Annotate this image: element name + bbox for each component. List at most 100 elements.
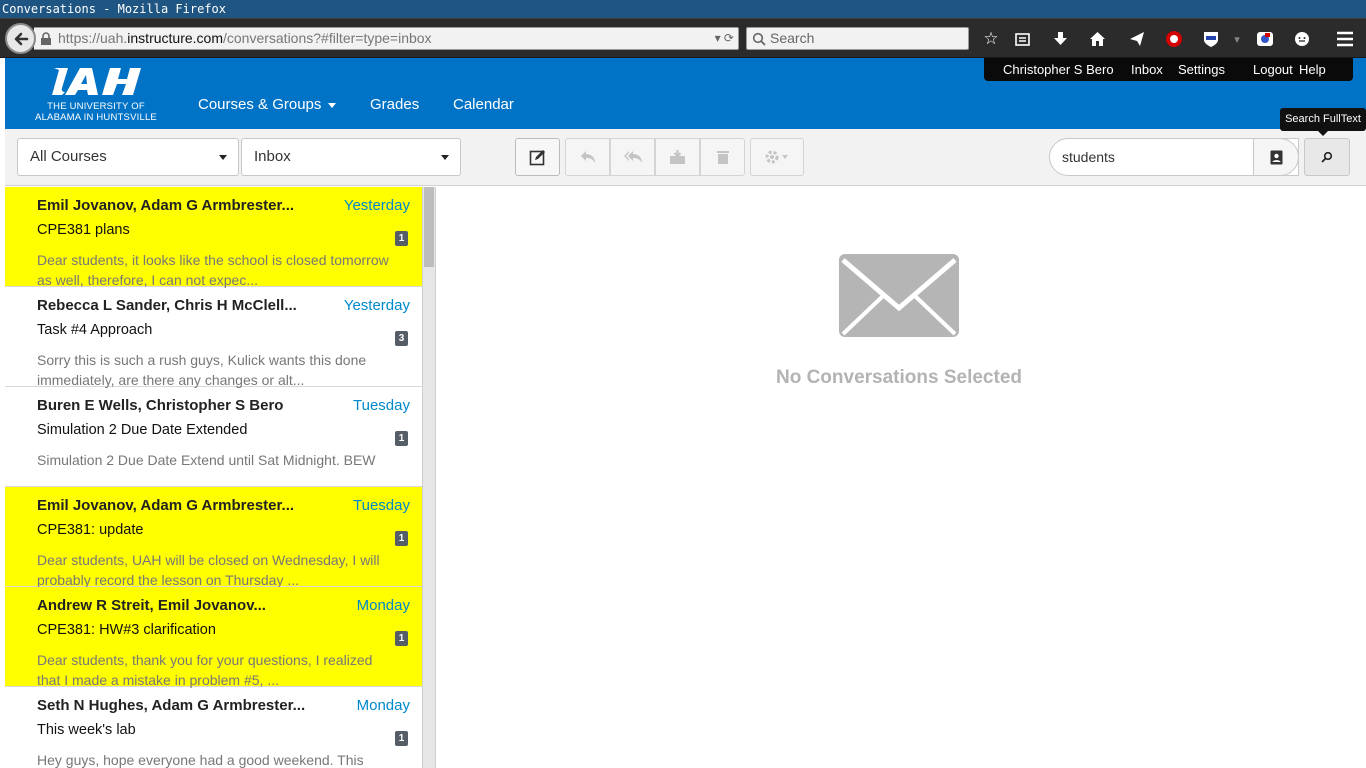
archive-button[interactable] (655, 138, 700, 176)
conversation-date: Monday (356, 597, 410, 614)
envelope-icon (839, 254, 959, 337)
archive-icon (670, 150, 685, 164)
search-fulltext-tooltip: Search FullText (1280, 108, 1366, 136)
nav-calendar[interactable]: Calendar (453, 96, 514, 113)
reply-all-button[interactable] (610, 138, 655, 176)
message-count-badge: 1 (395, 231, 408, 246)
inbox-link[interactable]: Inbox (1131, 62, 1163, 77)
conversation-subject: This week's lab (37, 722, 136, 738)
mailbox-filter-select[interactable]: Inbox (241, 138, 461, 176)
home-icon[interactable] (1086, 28, 1108, 50)
compose-button[interactable] (515, 138, 560, 176)
message-count-badge: 1 (395, 531, 408, 546)
course-filter-select[interactable]: All Courses (17, 138, 239, 176)
conversation-item[interactable]: Buren E Wells, Christopher S Bero Tuesda… (5, 387, 422, 487)
help-link[interactable]: Help (1299, 62, 1326, 77)
conversation-participants: Buren E Wells, Christopher S Bero (37, 397, 284, 414)
conversation-subject: CPE381: update (37, 522, 144, 538)
conversation-item[interactable]: Emil Jovanov, Adam G Armbrester... Tuesd… (5, 487, 422, 588)
settings-menu-button[interactable] (750, 138, 804, 176)
conversation-date: Yesterday (343, 197, 410, 214)
search-icon (752, 31, 766, 52)
conversation-preview: Dear students, UAH will be closed on Wed… (37, 552, 380, 588)
message-count-badge: 3 (395, 331, 408, 346)
url-host: instructure.com (127, 30, 223, 46)
user-name-link[interactable]: Christopher S Bero (1003, 62, 1114, 77)
message-count-badge: 1 (395, 631, 408, 646)
uah-logo-mark (52, 68, 141, 95)
no-conversations-text: No Conversations Selected (775, 367, 1023, 388)
window-title: Conversations - Mozilla Firefox (0, 0, 1366, 18)
browser-toolbar: https://uah.instructure.com/conversation… (0, 18, 1366, 58)
logo-line-2: ALABAMA IN HUNTSVILLE (35, 112, 157, 123)
search-fulltext-button[interactable] (1304, 138, 1350, 176)
conversation-subject: CPE381: HW#3 clarification (37, 622, 216, 638)
conversation-subject: CPE381 plans (37, 222, 130, 238)
conversation-preview: Hey guys, hope everyone had a good weeke… (37, 752, 364, 768)
settings-link[interactable]: Settings (1178, 62, 1225, 77)
browser-search-input[interactable]: Search (746, 27, 969, 50)
course-filter-value: All Courses (30, 148, 107, 165)
back-button[interactable] (5, 23, 36, 54)
search-icon (1321, 151, 1333, 163)
menu-icon[interactable] (1334, 28, 1356, 50)
conversation-item[interactable]: Rebecca L Sander, Chris H McClell... Yes… (5, 287, 422, 388)
conversation-item[interactable]: Emil Jovanov, Adam G Armbrester... Yeste… (5, 187, 422, 288)
nav-courses-groups[interactable]: Courses & Groups (198, 96, 337, 113)
download-icon[interactable] (1049, 28, 1071, 50)
gear-icon (765, 150, 788, 164)
lock-icon (40, 31, 52, 52)
conversation-participants: Emil Jovanov, Adam G Armbrester... (37, 497, 295, 514)
caret-down-icon (328, 102, 337, 108)
url-path: /conversations?#filter=type=inbox (222, 30, 432, 46)
message-detail-pane: No Conversations Selected (435, 187, 1366, 768)
chevron-down-icon[interactable]: ▾ (1226, 28, 1248, 50)
back-arrow-icon (14, 32, 28, 45)
scrollbar-thumb[interactable] (424, 187, 434, 267)
trash-icon (716, 151, 729, 164)
reload-icon[interactable]: ▾ ⟳ (715, 28, 734, 49)
conversation-participants: Emil Jovanov, Adam G Armbrester... (37, 197, 295, 214)
conversation-date: Tuesday (353, 397, 410, 414)
conversation-list-scrollbar[interactable] (422, 187, 435, 768)
bookmark-star-icon[interactable]: ☆ (980, 28, 1002, 50)
conversation-preview: Dear students, thank you for your questi… (37, 652, 373, 688)
conversation-participants: Rebecca L Sander, Chris H McClell... (37, 297, 297, 314)
dropdown-arrow-icon (219, 155, 227, 160)
conversation-date: Tuesday (353, 497, 410, 514)
reply-all-icon (623, 151, 642, 163)
chat-icon[interactable] (1291, 28, 1313, 50)
conversations-toolbar: All Courses Inbox students (5, 129, 1366, 186)
conversation-preview: Simulation 2 Due Date Extend until Sat M… (37, 452, 376, 468)
url-prefix: https://uah. (58, 30, 128, 46)
conversation-participants: Andrew R Streit, Emil Jovanov... (37, 597, 266, 614)
ghostery-icon[interactable] (1254, 28, 1276, 50)
user-menu: Christopher S Bero Inbox Settings Logout… (984, 58, 1353, 81)
reply-button[interactable] (565, 138, 610, 176)
reply-icon (580, 151, 595, 163)
dropdown-arrow-icon (441, 155, 449, 160)
uah-logo[interactable]: THE UNIVERSITY OF ALABAMA IN HUNTSVILLE (25, 66, 167, 123)
conversation-item[interactable]: Seth N Hughes, Adam G Armbrester... Mond… (5, 687, 422, 768)
message-count-badge: 1 (395, 431, 408, 446)
conversation-participants: Seth N Hughes, Adam G Armbrester... (37, 697, 306, 714)
reading-list-icon[interactable] (1011, 28, 1033, 50)
logout-link[interactable]: Logout (1253, 62, 1293, 77)
address-book-button[interactable] (1253, 138, 1299, 176)
adblock-icon[interactable] (1163, 28, 1185, 50)
conversation-list: Emil Jovanov, Adam G Armbrester... Yeste… (5, 187, 422, 768)
conversation-date: Monday (356, 697, 410, 714)
url-bar[interactable]: https://uah.instructure.com/conversation… (34, 27, 739, 50)
conversation-item[interactable]: Andrew R Streit, Emil Jovanov... Monday … (5, 587, 422, 688)
nav-courses-label: Courses & Groups (198, 96, 322, 113)
nav-grades[interactable]: Grades (370, 96, 419, 113)
send-icon[interactable] (1126, 28, 1148, 50)
global-header: THE UNIVERSITY OF ALABAMA IN HUNTSVILLE … (5, 58, 1366, 129)
delete-button[interactable] (700, 138, 745, 176)
message-count-badge: 1 (395, 731, 408, 746)
conversation-preview: Dear students, it looks like the school … (37, 252, 389, 288)
abe-icon[interactable] (1200, 28, 1222, 50)
compose-icon (529, 149, 545, 165)
browser-search-placeholder: Search (770, 30, 815, 46)
address-book-icon (1270, 150, 1282, 164)
